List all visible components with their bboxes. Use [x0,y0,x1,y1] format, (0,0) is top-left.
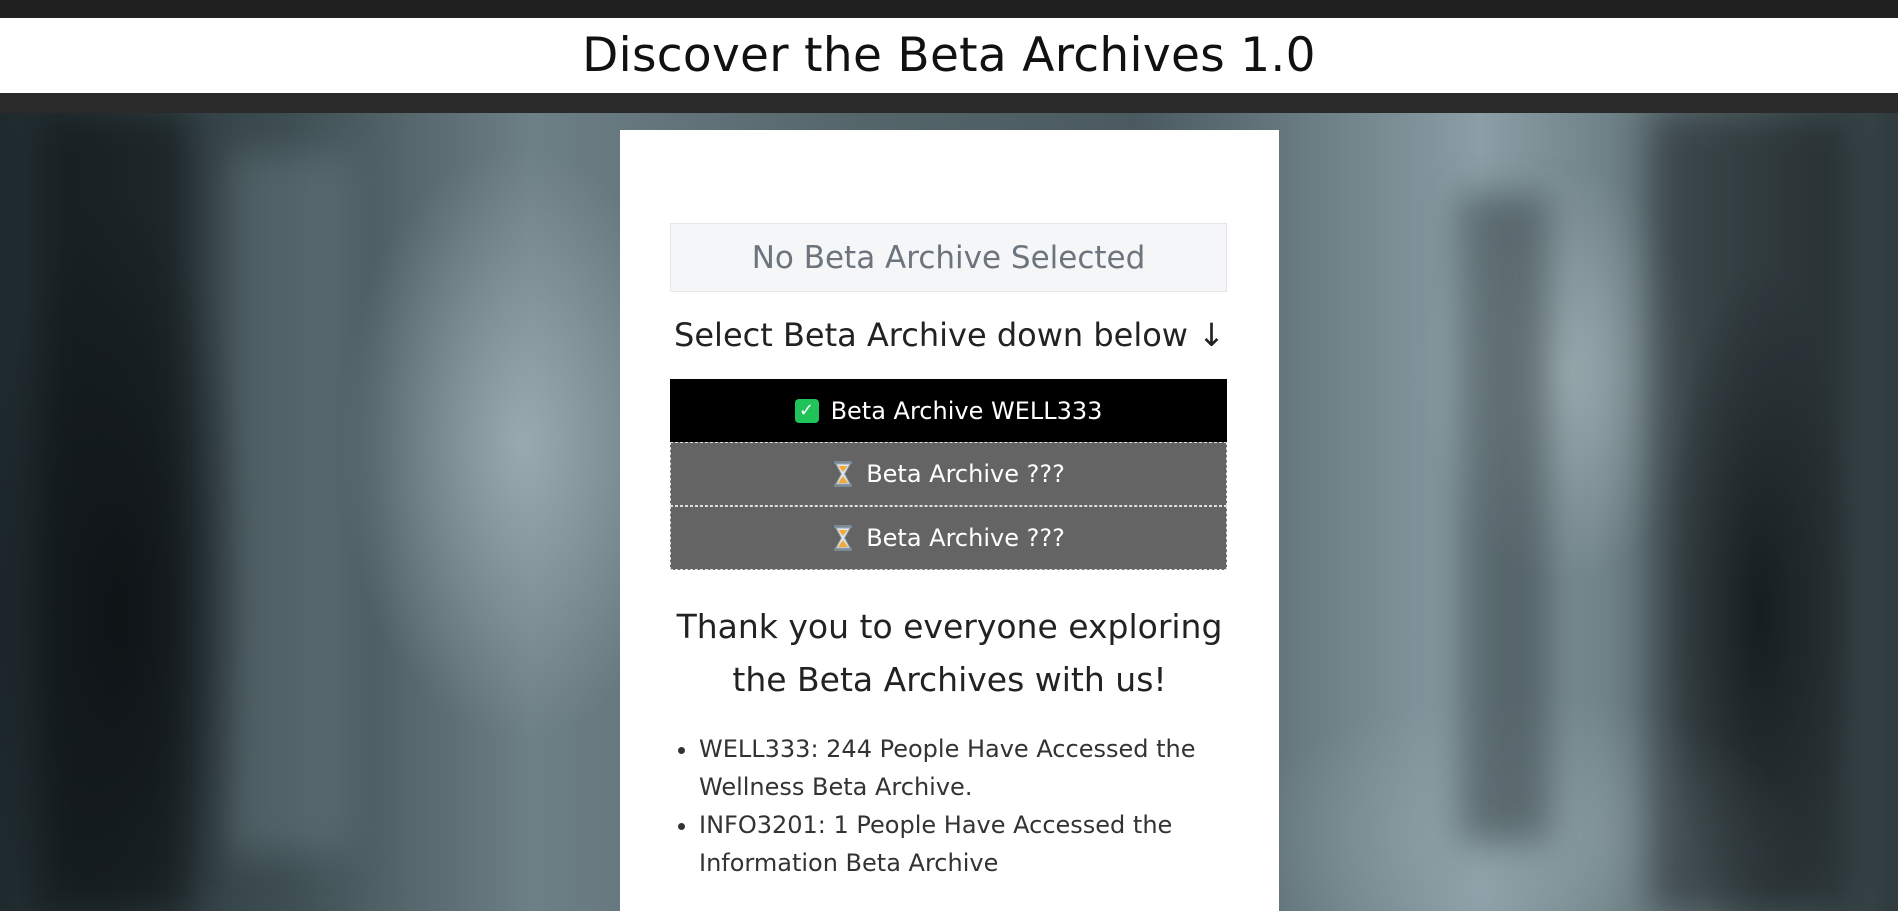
thank-you-line-1: Thank you to everyone exploring [676,607,1223,646]
archive-button-locked-2[interactable]: Beta Archive ??? [670,506,1227,570]
archive-button-label: Beta Archive ??? [866,524,1065,552]
thank-you-message: Thank you to everyone exploring the Beta… [620,600,1279,706]
hourglass-icon [832,460,854,488]
stat-item-well333: WELL333: 244 People Have Accessed the We… [699,730,1259,806]
archive-list: ✓ Beta Archive WELL333 Beta Archive ??? [670,379,1227,570]
archive-button-label: Beta Archive WELL333 [830,396,1103,425]
header-divider [0,93,1898,113]
stat-item-info3201: INFO3201: 1 People Have Accessed the Inf… [699,806,1259,882]
check-icon: ✓ [794,398,819,423]
archive-button-well333[interactable]: ✓ Beta Archive WELL333 [670,379,1227,442]
page-header: Discover the Beta Archives 1.0 [0,18,1898,93]
top-strip [0,0,1898,18]
archive-button-label: Beta Archive ??? [866,460,1065,488]
archive-button-locked-1[interactable]: Beta Archive ??? [670,442,1227,506]
select-instruction: Select Beta Archive down below ↓ [674,316,1225,354]
page-title: Discover the Beta Archives 1.0 [582,28,1316,83]
access-stats-list: WELL333: 244 People Have Accessed the We… [672,730,1259,882]
archive-card: No Beta Archive Selected Select Beta Arc… [620,130,1279,911]
hourglass-icon [832,524,854,552]
thank-you-line-2: the Beta Archives with us! [732,660,1167,699]
selection-status: No Beta Archive Selected [670,223,1227,292]
